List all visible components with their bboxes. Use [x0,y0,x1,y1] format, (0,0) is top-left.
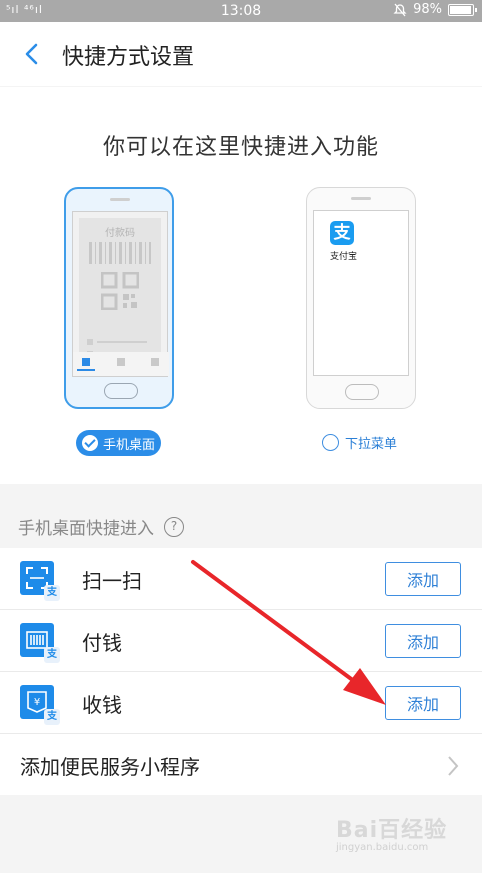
phone-screen: 支 支付宝 [313,210,409,376]
phone-speaker [110,198,130,201]
tab-home-icon [82,358,90,366]
payment-code-label: 付款码 [105,228,135,239]
option-home-screen[interactable]: 手机桌面 [76,430,161,456]
section-header: 手机桌面快捷进入 ? [18,514,184,539]
list-item-scan: 支 扫一扫 添加 [0,548,482,610]
help-icon[interactable]: ? [164,516,184,537]
option-pulldown-label: 下拉菜单 [345,437,398,452]
qr-code-icon [101,272,139,310]
checkmark-icon [82,435,98,451]
scan-icon: 支 [20,561,60,601]
alipay-icon: 支 [330,221,354,245]
shortcut-list: 支 扫一扫 添加 支 付钱 添加 ¥ 支 收钱 添加 添加便民服务小程序 [0,548,482,795]
alipay-badge-icon: 支 [44,585,60,601]
page-title: 快捷方式设置 [62,45,195,70]
option-pulldown-menu[interactable]: 下拉菜单 [322,433,397,452]
list-item-pay: 支 付钱 添加 [0,610,482,672]
phone-pulldown-preview[interactable]: 支 支付宝 [306,187,416,409]
phone-home-preview[interactable]: 付款码 [64,187,174,409]
tab-icon [151,358,159,366]
receive-money-icon: ¥ 支 [20,685,60,725]
back-arrow-icon[interactable] [18,40,46,68]
alipay-badge-icon: 支 [44,647,60,663]
status-right: 98% [393,2,477,17]
svg-text:¥: ¥ [34,697,40,708]
mini-program-link-label[interactable]: 添加便民服务小程序 [20,751,200,780]
battery-fill [450,5,471,14]
app-header: 快捷方式设置 [0,22,482,86]
alipay-app-name: 支付宝 [330,252,358,262]
add-scan-button[interactable]: 添加 [385,562,461,596]
shortcut-label: 付钱 [82,631,122,655]
shortcut-label: 收钱 [82,693,122,717]
radio-circle-icon [322,434,339,451]
payment-code-card: 付款码 [79,218,161,357]
phone-screen: 付款码 [72,211,169,377]
tab-indicator [77,369,95,371]
alipay-app: 支 支付宝 [330,221,357,262]
phone-home-button [345,384,379,400]
option-home-label: 手机桌面 [103,437,156,453]
tab-bar [73,352,169,376]
hero-title: 你可以在这里快捷进入功能 [102,135,379,160]
placeholder-line [87,342,153,357]
status-bar: ⁵ıl ⁴⁶ıl 13:08 98% [0,0,482,22]
shortcut-location-panel: 你可以在这里快捷进入功能 付款码 支 支付宝 手机桌面 下拉菜单 [0,87,482,484]
placeholder-line [87,330,153,345]
barcode-icon: 支 [20,623,60,663]
alipay-badge-icon: 支 [44,709,60,725]
add-pay-button[interactable]: 添加 [385,624,461,658]
section-title: 手机桌面快捷进入 [18,519,154,539]
add-receive-button[interactable]: 添加 [385,686,461,720]
chevron-right-icon[interactable] [446,754,460,778]
shortcut-label: 扫一扫 [82,569,142,593]
baidu-watermark: Bai百经验 jingyan.baidu.com [336,818,448,853]
phone-home-button [104,383,138,399]
list-item-receive: ¥ 支 收钱 添加 [0,672,482,734]
phone-speaker [351,197,371,200]
battery-percent: 98% [413,2,442,17]
alarm-off-icon [393,3,407,16]
tab-icon [117,358,125,366]
battery-icon [448,3,477,16]
barcode-icon [89,242,151,264]
